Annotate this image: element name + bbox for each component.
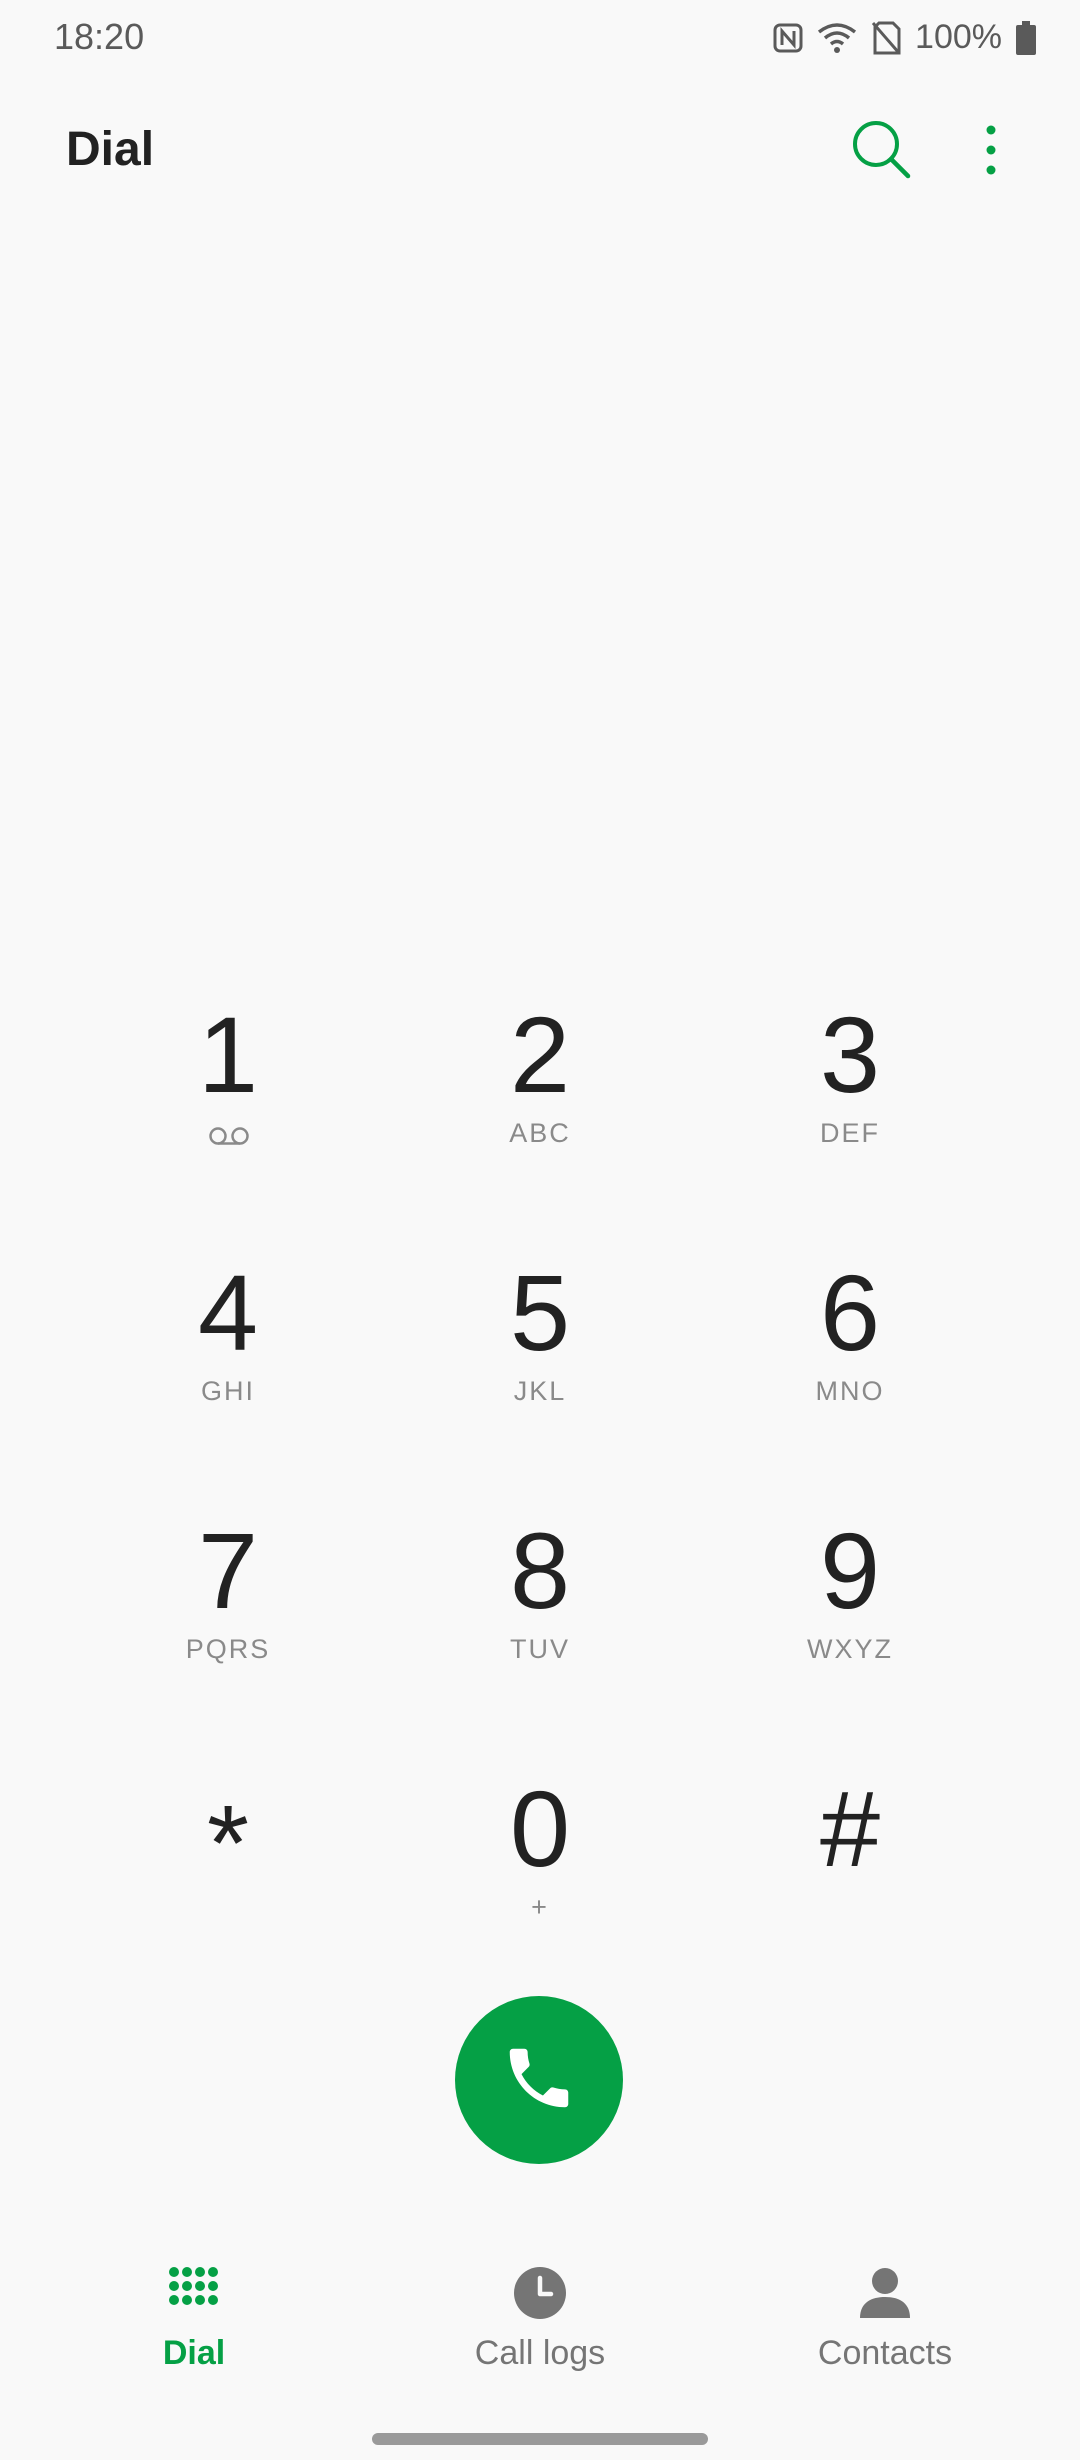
key-letters: TUV [510, 1634, 570, 1664]
key-digit: 2 [509, 994, 571, 1115]
key-digit: * [206, 1782, 250, 1903]
wifi-icon [817, 22, 857, 54]
more-vert-icon [966, 125, 1016, 190]
key-letters: WXYZ [807, 1634, 893, 1664]
key-digit: 6 [819, 1252, 881, 1373]
key-8[interactable]: 8 TUV [410, 1506, 670, 1726]
key-4[interactable]: 4 GHI [98, 1248, 358, 1468]
nfc-icon [773, 23, 803, 53]
search-icon [846, 121, 918, 190]
nav-label-call-logs: Call logs [474, 2334, 606, 2372]
key-letters: GHI [200, 1376, 255, 1406]
key-digit: 3 [819, 994, 881, 1115]
key-letters: DEF [820, 1118, 880, 1148]
key-digit: 5 [509, 1252, 571, 1373]
more-options-button[interactable] [966, 114, 1016, 186]
key-digit: 1 [197, 994, 259, 1115]
key-star[interactable]: * [98, 1764, 358, 1984]
status-bar: 18:20 100% [0, 0, 1080, 76]
key-0[interactable]: 0 + [410, 1764, 670, 1984]
clock-icon [390, 2266, 690, 2320]
key-letters: PQRS [185, 1634, 271, 1664]
status-time: 18:20 [54, 16, 145, 57]
key-digit: 9 [819, 1510, 881, 1631]
key-2[interactable]: 2 ABC [410, 990, 670, 1210]
person-icon [735, 2266, 1035, 2320]
no-sim-icon [871, 21, 901, 55]
key-digit: # [819, 1768, 881, 1889]
key-1[interactable]: 1 [98, 990, 358, 1210]
nav-label-dial: Dial [162, 2334, 226, 2372]
nav-tab-contacts[interactable]: Contacts [735, 2250, 1035, 2400]
key-7[interactable]: 7 PQRS [98, 1506, 358, 1726]
key-letters: MNO [815, 1376, 885, 1406]
status-icons: 100% [773, 18, 1036, 57]
battery-percent: 100% [915, 18, 1002, 56]
nav-label-contacts: Contacts [817, 2334, 953, 2372]
battery-icon [1016, 20, 1036, 55]
dialer-screen: 18:20 100% Dial 1 2 ABC 3 DEF 4 GHI 5 JK… [0, 0, 1080, 2460]
nav-tab-call-logs[interactable]: Call logs [390, 2250, 690, 2400]
phone-icon [500, 2039, 578, 2122]
search-button[interactable] [846, 114, 918, 186]
bottom-nav: Dial Call logs Contacts [0, 2250, 1080, 2400]
dialpad-icon [44, 2266, 344, 2314]
nav-tab-dial[interactable]: Dial [44, 2250, 344, 2400]
key-digit: 7 [197, 1510, 259, 1631]
key-digit: 8 [509, 1510, 571, 1631]
key-letters: + [531, 1892, 549, 1922]
key-digit: 0 [509, 1768, 571, 1889]
key-letters: JKL [513, 1376, 567, 1406]
key-letters: ABC [509, 1118, 571, 1148]
call-button[interactable] [455, 1996, 623, 2164]
key-3[interactable]: 3 DEF [720, 990, 980, 1210]
key-6[interactable]: 6 MNO [720, 1248, 980, 1468]
key-hash[interactable]: # [720, 1764, 980, 1984]
voicemail-icon [208, 1126, 250, 1151]
key-9[interactable]: 9 WXYZ [720, 1506, 980, 1726]
key-digit: 4 [197, 1252, 259, 1373]
key-5[interactable]: 5 JKL [410, 1248, 670, 1468]
gesture-navigation-bar[interactable] [372, 2433, 708, 2445]
page-title: Dial [66, 123, 155, 176]
app-bar: Dial [0, 100, 1080, 200]
